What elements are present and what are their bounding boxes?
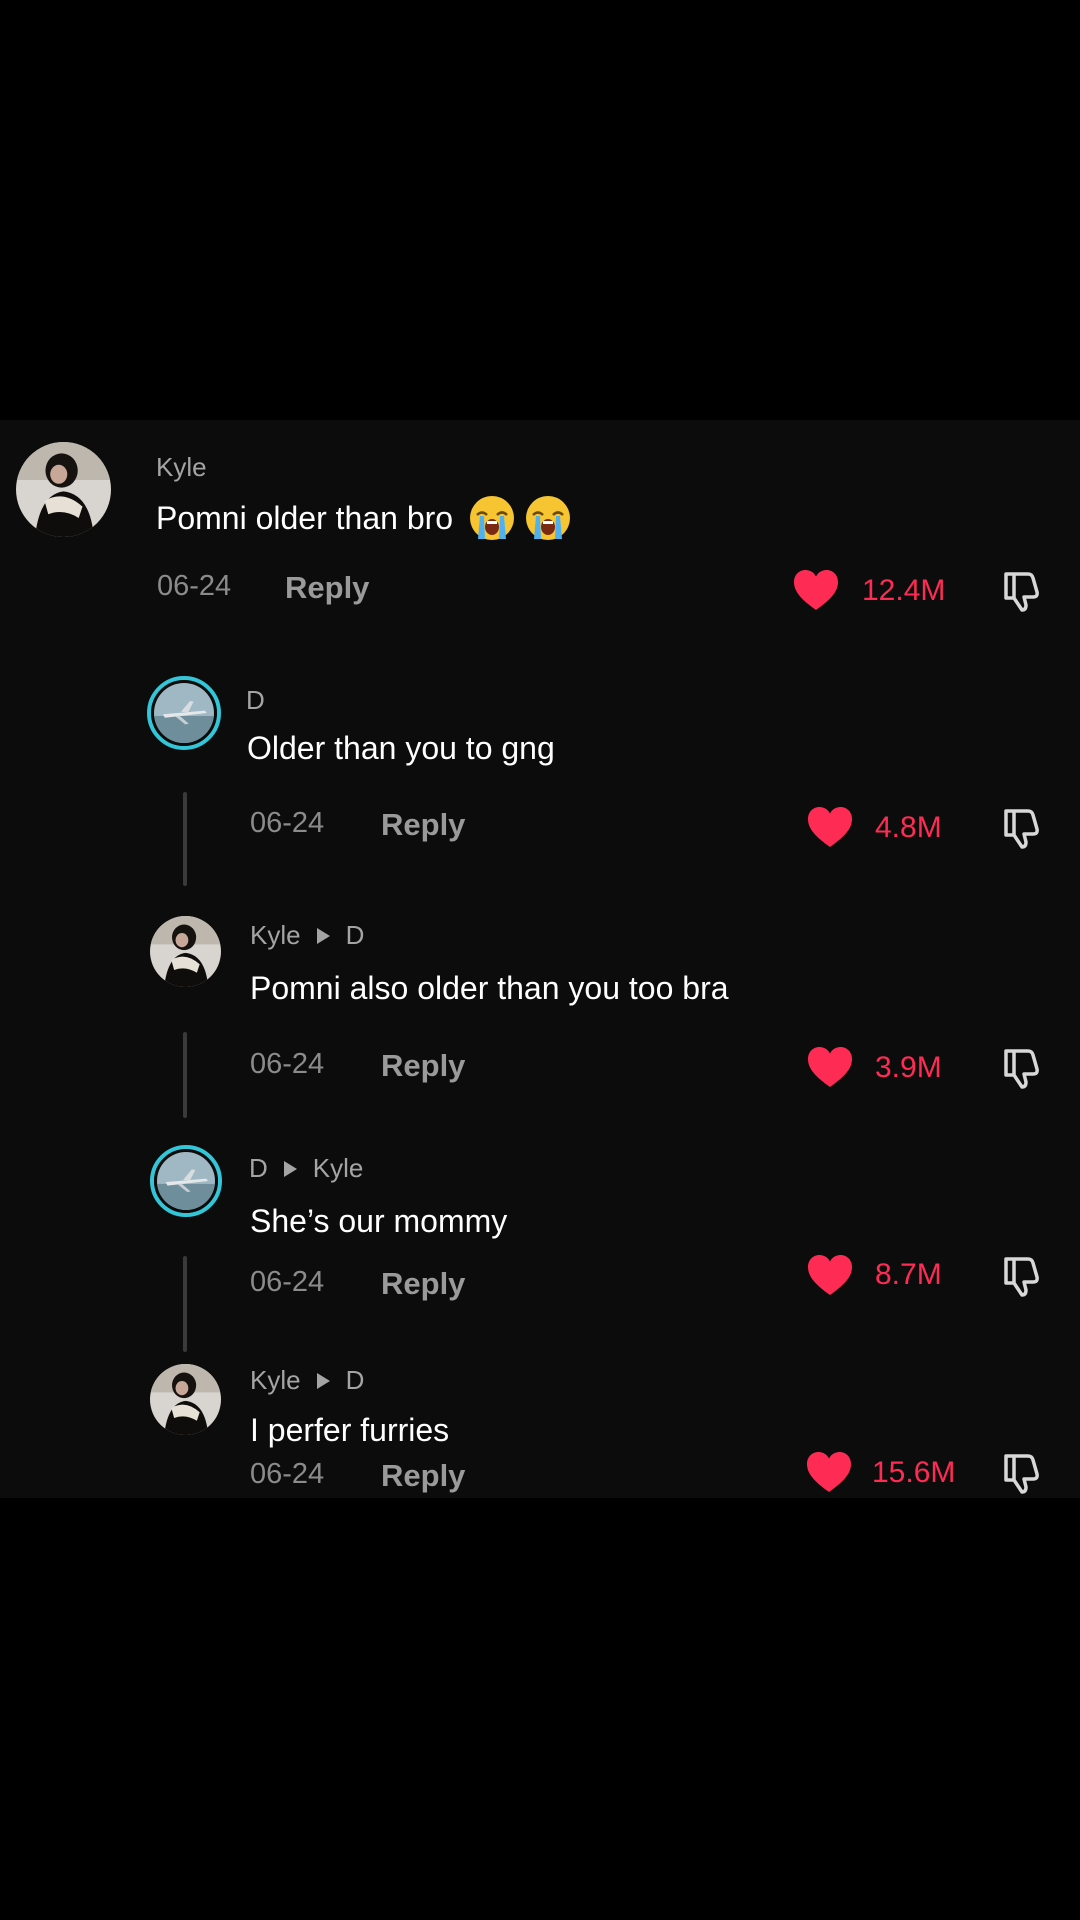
- avatar[interactable]: [150, 916, 221, 987]
- like-heart-icon[interactable]: [806, 805, 854, 849]
- dislike-icon[interactable]: [998, 805, 1044, 851]
- comment-text: Pomni also older than you too bra: [250, 969, 729, 1006]
- user-photo-icon: [150, 1364, 221, 1435]
- thread-line: [183, 792, 187, 886]
- comment-date: 06-24: [250, 807, 325, 839]
- reply-button[interactable]: Reply: [285, 570, 369, 606]
- username[interactable]: Kyle D: [250, 1365, 364, 1396]
- video-frame: Kyle Pomni older than bro 06-24 Reply 12…: [0, 0, 1080, 1920]
- dislike-icon[interactable]: [998, 1450, 1044, 1496]
- avatar[interactable]: [147, 676, 221, 750]
- like-heart-icon[interactable]: [805, 1450, 853, 1494]
- user-photo-icon: [16, 442, 111, 537]
- thread-line: [183, 1032, 187, 1118]
- user-photo-icon: [150, 916, 221, 987]
- comment-text: Pomni older than bro: [156, 490, 573, 546]
- dislike-icon[interactable]: [998, 1253, 1044, 1299]
- comment-date: 06-24: [250, 1266, 325, 1298]
- username[interactable]: D Kyle: [249, 1153, 363, 1184]
- like-heart-icon[interactable]: [806, 1045, 854, 1089]
- avatar[interactable]: [150, 1145, 222, 1217]
- loudly-crying-face-icon: [523, 493, 573, 543]
- dislike-icon[interactable]: [998, 568, 1044, 614]
- reply-arrow-icon: [316, 1372, 330, 1389]
- dislike-icon[interactable]: [998, 1045, 1044, 1091]
- comment-date: 06-24: [157, 570, 232, 602]
- like-count: 15.6M: [872, 1456, 956, 1489]
- reply-button[interactable]: Reply: [381, 1266, 465, 1302]
- comment-text: I perfer furries: [250, 1411, 450, 1448]
- airplane-photo-icon: [157, 1152, 215, 1210]
- like-count: 4.8M: [875, 811, 942, 844]
- like-count: 3.9M: [875, 1051, 942, 1084]
- comment-date: 06-24: [250, 1458, 325, 1490]
- reply-button[interactable]: Reply: [381, 1048, 465, 1084]
- reply-arrow-icon: [283, 1160, 297, 1177]
- avatar[interactable]: [150, 1364, 221, 1435]
- username[interactable]: Kyle D: [250, 920, 364, 951]
- avatar[interactable]: [16, 442, 111, 537]
- comments-panel: Kyle Pomni older than bro 06-24 Reply 12…: [0, 420, 1080, 1498]
- airplane-photo-icon: [154, 683, 214, 743]
- thread-line: [183, 1256, 187, 1352]
- like-count: 8.7M: [875, 1258, 942, 1291]
- comment-text: Older than you to gng: [247, 729, 555, 766]
- reply-arrow-icon: [316, 927, 330, 944]
- comment-text: She’s our mommy: [250, 1202, 508, 1239]
- reply-button[interactable]: Reply: [381, 1458, 465, 1494]
- like-count: 12.4M: [862, 574, 946, 607]
- like-heart-icon[interactable]: [792, 568, 840, 612]
- like-heart-icon[interactable]: [806, 1253, 854, 1297]
- comment-date: 06-24: [250, 1048, 325, 1080]
- username[interactable]: D: [246, 685, 265, 716]
- reply-button[interactable]: Reply: [381, 807, 465, 843]
- username[interactable]: Kyle: [156, 452, 207, 483]
- loudly-crying-face-icon: [467, 493, 517, 543]
